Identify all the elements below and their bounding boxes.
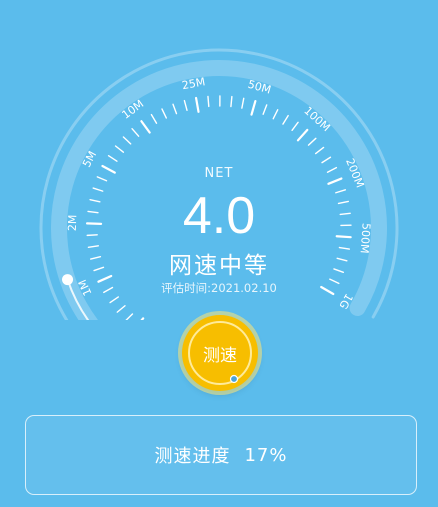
speed-grade: 网速中等 [169, 253, 269, 279]
gauge-minor-tick [241, 97, 245, 109]
gauge-minor-tick [122, 136, 132, 145]
speed-test-button-label: 测速 [203, 345, 237, 366]
gauge-major-tick [250, 100, 257, 116]
gauge-minor-tick [131, 127, 140, 137]
gauge-minor-tick [262, 104, 268, 115]
gauge-minor-tick [207, 95, 210, 108]
net-label: NET [204, 166, 234, 181]
gauge-scale-label: 25M [181, 75, 206, 92]
gauge-major-tick [194, 96, 200, 113]
gauge-minor-tick [291, 121, 299, 132]
gauge-minor-tick [116, 305, 126, 313]
gauge-minor-tick [114, 145, 125, 153]
gauge-minor-tick [321, 156, 332, 164]
gauge-minor-tick [272, 109, 279, 120]
speed-test-button[interactable]: 测速 [182, 315, 258, 391]
gauge-minor-tick [314, 146, 325, 155]
gauge-minor-tick [150, 113, 158, 124]
gauge-major-tick [140, 317, 145, 320]
gauge-minor-tick [109, 296, 120, 304]
gauge-minor-tick [282, 114, 289, 125]
gauge-minor-tick [161, 108, 167, 119]
progress-percent: 17% [244, 444, 288, 466]
gauge-major-tick [296, 128, 309, 142]
gauge-minor-tick [307, 137, 317, 146]
gauge-minor-tick [172, 103, 178, 115]
gauge-minor-tick [183, 99, 188, 111]
gauge-minor-tick [125, 313, 134, 320]
gauge-minor-tick [230, 95, 233, 108]
progress-panel: 测速进度 17% [25, 415, 417, 495]
gauge-minor-tick [107, 155, 118, 162]
evaluation-date: 评估时间:2021.02.10 [161, 281, 277, 295]
progress-label: 测速进度 [154, 446, 231, 467]
speed-score: 4.0 [182, 187, 256, 245]
gauge-major-tick [140, 120, 151, 134]
